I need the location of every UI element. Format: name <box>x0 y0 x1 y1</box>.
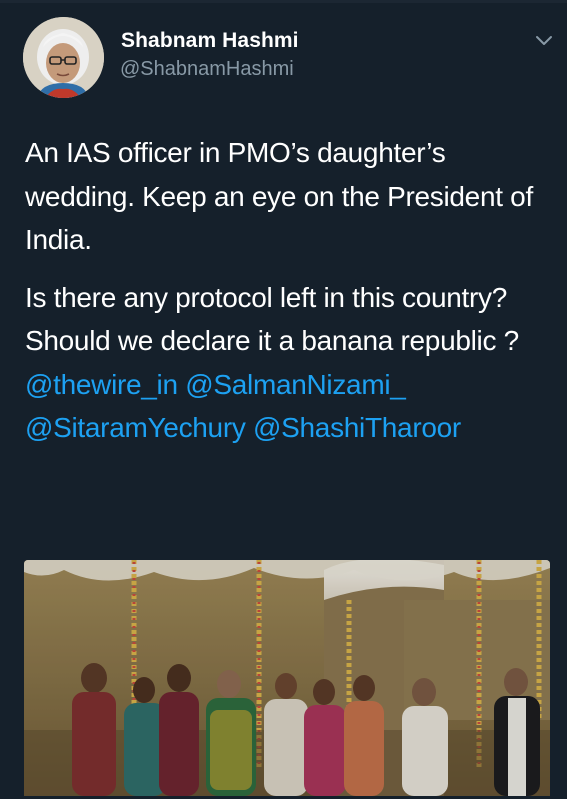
tweet-paragraph: An IAS officer in PMO’s daughter’s weddi… <box>25 137 533 255</box>
tweet-text: An IAS officer in PMO’s daughter’s weddi… <box>25 131 545 450</box>
tweet-paragraph-text: Is there any protocol left in this count… <box>25 281 519 357</box>
chevron-down-icon[interactable] <box>533 33 555 49</box>
wedding-photo <box>24 560 550 796</box>
tweet-paragraph: Is there any protocol left in this count… <box>25 276 545 450</box>
mention-link[interactable]: @SitaramYechury <box>25 412 246 443</box>
tweet-media-image[interactable] <box>24 560 550 796</box>
author-display-name[interactable]: Shabnam Hashmi <box>121 29 299 53</box>
mention-link[interactable]: @thewire_in <box>25 369 178 400</box>
author-handle[interactable]: @ShabnamHashmi <box>120 58 294 81</box>
mention-link[interactable]: @SalmanNizami_ <box>185 369 406 400</box>
tweet-card: Shabnam Hashmi @ShabnamHashmi An IAS off… <box>0 0 567 799</box>
avatar[interactable] <box>23 17 104 98</box>
mention-link[interactable]: @ShashiTharoor <box>253 412 461 443</box>
avatar-image <box>23 17 104 98</box>
